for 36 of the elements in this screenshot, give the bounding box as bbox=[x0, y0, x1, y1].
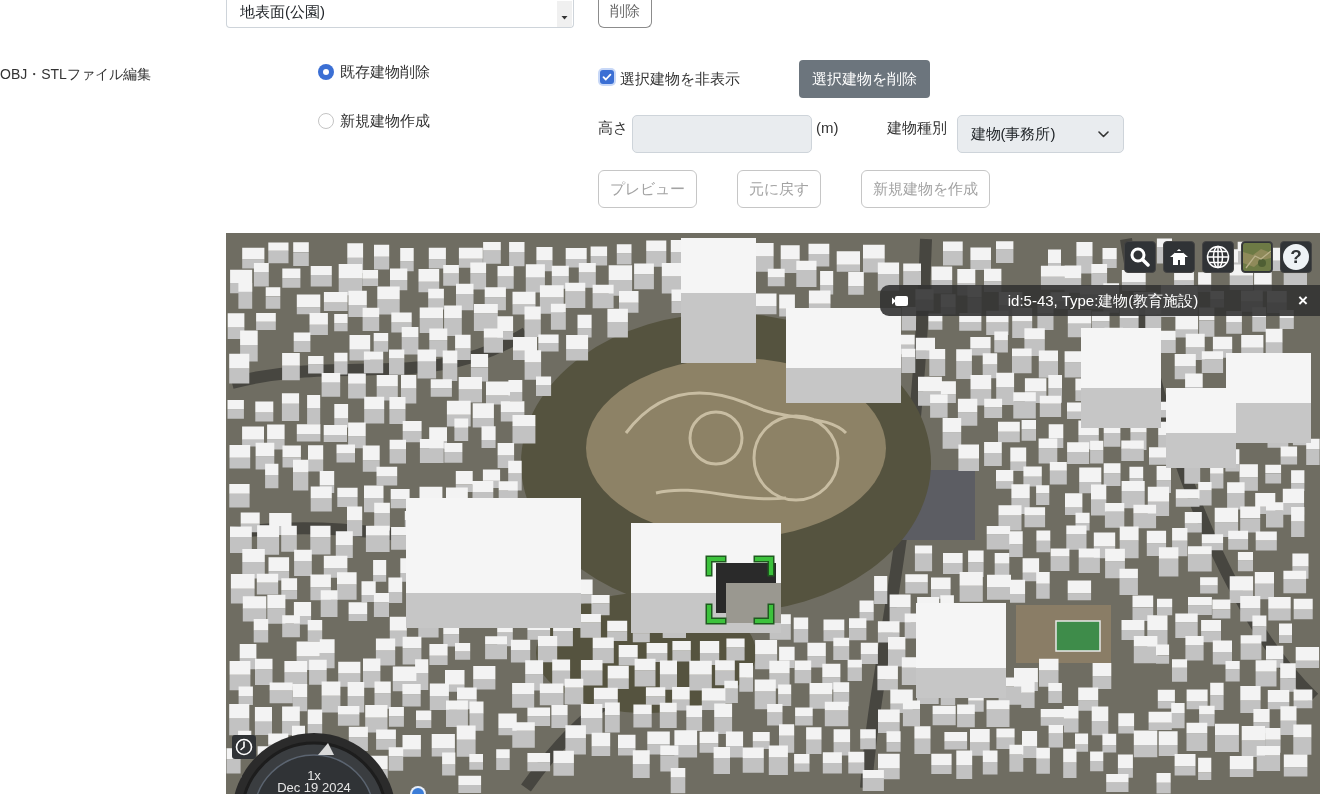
search-button[interactable] bbox=[1124, 241, 1156, 273]
home-icon bbox=[1169, 247, 1189, 267]
checkbox-label: 選択建物を非表示 bbox=[620, 69, 740, 89]
delete-selected-button[interactable]: 選択建物を削除 bbox=[799, 60, 930, 98]
camera-icon[interactable] bbox=[892, 295, 908, 306]
globe-button[interactable] bbox=[1202, 241, 1234, 273]
selection-brackets-icon bbox=[705, 555, 775, 625]
clock-icon bbox=[235, 738, 253, 756]
radio-label: 既存建物削除 bbox=[340, 62, 430, 82]
chevron-down-icon bbox=[1097, 130, 1109, 138]
checkbox[interactable] bbox=[598, 68, 616, 86]
info-title: id:5-43, Type:建物(教育施設) bbox=[1006, 290, 1200, 311]
height-label: 高さ bbox=[598, 118, 628, 138]
delete-button[interactable]: 削除 bbox=[598, 0, 652, 28]
close-button[interactable]: × bbox=[1298, 290, 1308, 311]
speed-text: 1x bbox=[307, 769, 321, 782]
building-type-label: 建物種別 bbox=[886, 118, 947, 138]
globe-icon bbox=[1206, 245, 1230, 269]
clock-button[interactable] bbox=[232, 735, 256, 759]
home-button[interactable] bbox=[1163, 241, 1195, 273]
search-icon bbox=[1130, 247, 1150, 267]
section-label: OBJ・STLファイル編集 bbox=[0, 66, 151, 82]
radio-label: 新規建物作成 bbox=[340, 111, 430, 131]
radio-button[interactable] bbox=[318, 64, 334, 80]
aerial-city-drawing[interactable] bbox=[226, 233, 1320, 794]
date-text: Dec 19 2024 bbox=[277, 782, 351, 794]
sports-field bbox=[1055, 620, 1101, 652]
help-button[interactable]: ? bbox=[1280, 241, 1312, 273]
surface-select[interactable]: 地表面(公園) bbox=[226, 0, 574, 28]
unit-label: (m) bbox=[816, 118, 839, 138]
pointer-icon[interactable] bbox=[318, 743, 334, 755]
radio-button[interactable] bbox=[318, 113, 334, 129]
marker-icon bbox=[410, 785, 426, 794]
animation-widget[interactable]: 1x Dec 19 2024 bbox=[232, 733, 396, 794]
imagery-button[interactable] bbox=[1241, 241, 1273, 273]
aerial-tile-icon bbox=[1243, 243, 1271, 271]
